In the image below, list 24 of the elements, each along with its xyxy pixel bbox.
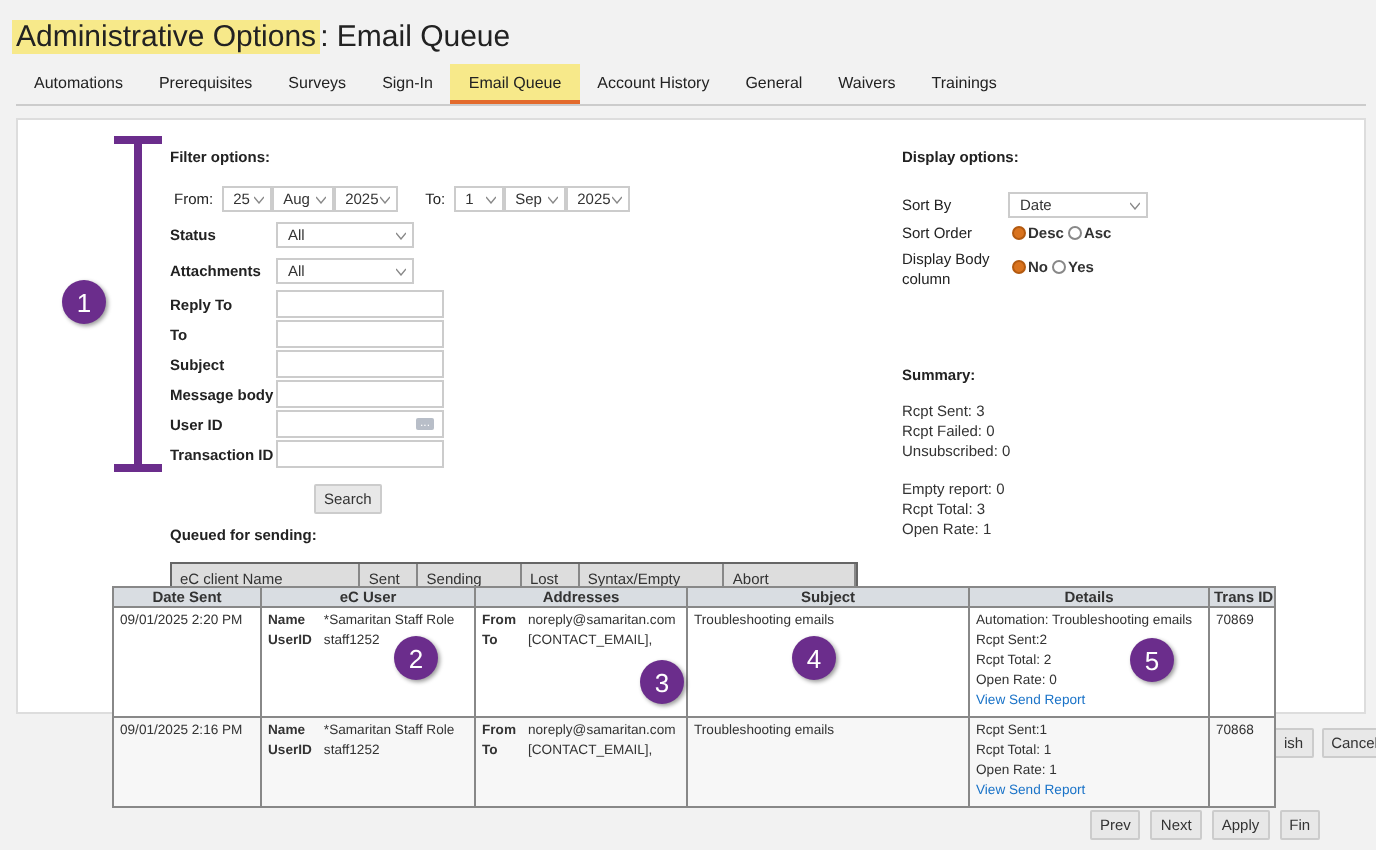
caret-icon [379,195,390,203]
caret-icon [485,195,496,203]
caret-icon [547,195,558,203]
tab[interactable]: Waivers [820,64,914,104]
page-title: Administrative Options: Email Queue [12,20,513,54]
tab[interactable]: General [727,64,821,104]
input-field[interactable] [276,380,444,408]
tab[interactable]: Automations [16,64,141,104]
tab[interactable]: Surveys [270,64,365,104]
input-field[interactable] [276,350,444,378]
caret-icon [253,195,264,203]
tab[interactable]: Trainings [913,64,1015,104]
input-field[interactable] [276,440,444,468]
caret-icon [1130,201,1140,209]
caret-icon [611,195,622,203]
tab[interactable]: Sign-In [364,64,451,104]
input-field[interactable] [276,290,444,318]
tab[interactable]: Account History [579,64,728,104]
input-field[interactable] [276,320,444,348]
caret-icon [315,195,326,203]
caret-icon [396,231,406,239]
caret-icon [396,267,406,275]
tab[interactable]: Prerequisites [140,64,271,104]
tab[interactable]: Email Queue [450,64,580,104]
